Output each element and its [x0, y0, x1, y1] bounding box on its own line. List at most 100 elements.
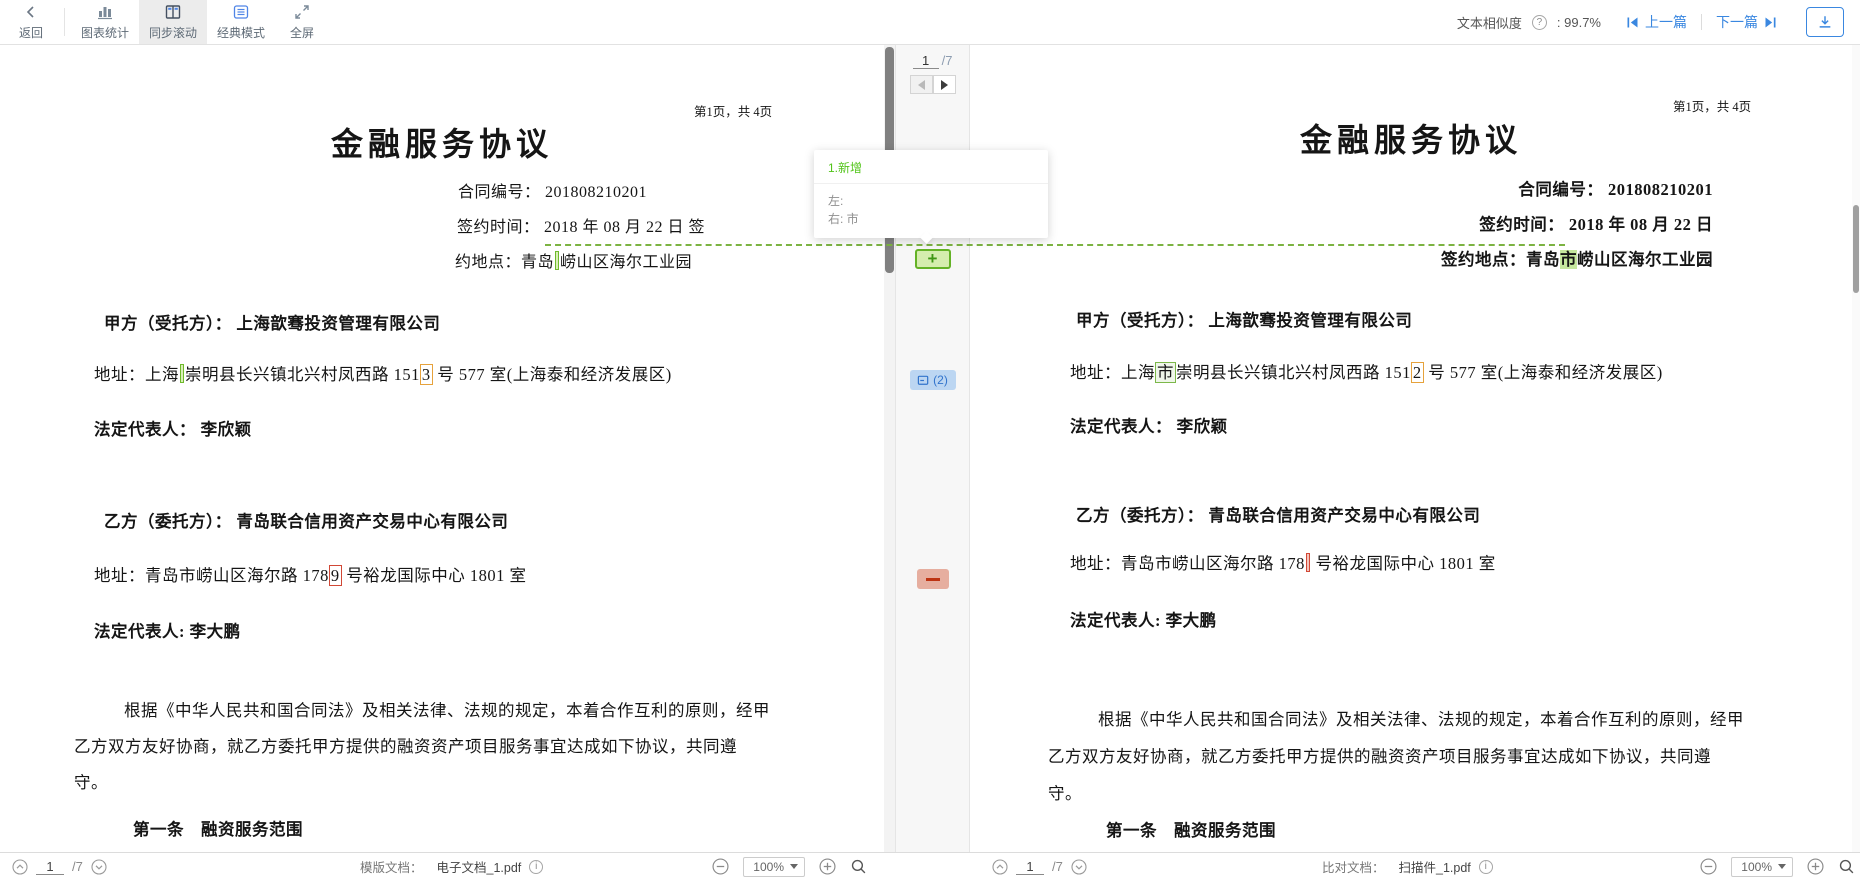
- right-zoom-select[interactable]: 100%: [1731, 857, 1793, 877]
- help-icon[interactable]: ?: [1532, 15, 1547, 30]
- fullscreen-icon: [293, 3, 311, 21]
- addr-a-mid: 崇明县长兴镇北兴村凤西路 151: [1176, 363, 1411, 382]
- info-icon[interactable]: i: [1479, 860, 1493, 874]
- left-pager: 1 /7: [12, 853, 107, 880]
- zoom-out-icon[interactable]: [1700, 858, 1717, 875]
- compared-doc-label: 比对文档：: [1322, 857, 1385, 876]
- classic-mode-button[interactable]: 经典模式: [207, 0, 275, 44]
- caret-down-icon: [790, 864, 798, 869]
- sign-time-line: 签约时间： 2018 年 08 月 22 日: [1479, 211, 1713, 235]
- scrollbar-thumb[interactable]: [1853, 205, 1859, 293]
- info-icon[interactable]: i: [529, 860, 543, 874]
- next-doc-button[interactable]: 下一篇: [1716, 12, 1778, 32]
- para-line: 乙方双方友好协商，就乙方委托甲方提供的融资资产项目服务事宜达成如下协议，共同遵: [74, 729, 770, 765]
- minus-icon: [926, 578, 940, 581]
- similarity-value: : 99.7%: [1557, 15, 1601, 30]
- compared-doc-info: 比对文档： 扫描件_1.pdf i: [1322, 853, 1493, 880]
- party-b-line: 乙方（委托方）： 青岛联合信用资产交易中心有限公司: [1076, 502, 1480, 526]
- addr-a-pre: 地址：上海: [1070, 363, 1155, 382]
- contract-no-line: 合同编号： 201808210201: [1518, 176, 1713, 200]
- zoom-in-icon[interactable]: [1807, 858, 1824, 875]
- page-down-icon[interactable]: [1071, 859, 1087, 875]
- changed-digit-highlight: 3: [420, 364, 433, 385]
- magnifier-icon[interactable]: [850, 858, 867, 875]
- sign-time-line: 签约时间： 2018 年 08 月 22 日 签: [457, 213, 705, 237]
- right-pager: 1 /7: [992, 853, 1087, 880]
- zoom-in-icon[interactable]: [819, 858, 836, 875]
- toolbar-divider: [64, 8, 65, 36]
- window-scrollbar[interactable]: [1852, 45, 1860, 852]
- doc-title: 金融服务协议: [970, 115, 1852, 161]
- address-b-line: 地址：青岛市崂山区海尔路 1789 号裕龙国际中心 1801 室: [94, 562, 527, 586]
- legal-rep-a-line: 法定代表人： 李欣颖: [94, 416, 252, 440]
- sign-place-post: 崂山区海尔工业园: [1577, 250, 1713, 269]
- gutter-next-page-button[interactable]: [933, 75, 956, 94]
- sign-place-pre: 签约地点：青岛: [1441, 250, 1560, 269]
- toolbar-right: 文本相似度 ? : 99.7% 上一篇 下一篇: [1457, 0, 1860, 44]
- addr-a-mid: 崇明县长兴镇北兴村凤西路 151: [185, 365, 420, 384]
- fullscreen-label: 全屏: [290, 24, 314, 41]
- para-line: 守。: [1048, 775, 1744, 812]
- modify-icon: [917, 374, 930, 387]
- left-zoom-select[interactable]: 100%: [743, 857, 805, 877]
- magnifier-icon[interactable]: [1838, 858, 1855, 875]
- skip-previous-icon: [1625, 15, 1640, 30]
- delete-diff-marker[interactable]: [917, 569, 949, 589]
- sign-place-post: 崂山区海尔工业园: [560, 254, 692, 271]
- download-button[interactable]: [1806, 7, 1844, 37]
- fullscreen-button[interactable]: 全屏: [275, 0, 329, 44]
- next-doc-label: 下一篇: [1716, 12, 1758, 32]
- legal-rep-b-line: 法定代表人: 李大鹏: [1070, 607, 1217, 631]
- legal-rep-a-line: 法定代表人： 李欣颖: [1070, 413, 1228, 437]
- preamble-paragraph: 根据《中华人民共和国合同法》及相关法律、法规的规定，本着合作互利的原则，经甲 乙…: [74, 693, 770, 801]
- section-heading: 第一条 融资服务范围: [133, 816, 303, 840]
- zoom-value: 100%: [753, 860, 784, 874]
- page-down-icon[interactable]: [91, 859, 107, 875]
- skip-next-icon: [1763, 15, 1778, 30]
- address-a-line: 地址：上海市崇明县长兴镇北兴村凤西路 1512 号 577 室(上海泰和经济发展…: [1070, 359, 1663, 383]
- gutter-page-arrows: [910, 75, 956, 94]
- para-line: 根据《中华人民共和国合同法》及相关法律、法规的规定，本着合作互利的原则，经甲: [1048, 701, 1744, 738]
- chart-stats-button[interactable]: 图表统计: [71, 0, 139, 44]
- gutter-page-total: /7: [942, 53, 953, 68]
- template-doc-label: 模版文档：: [360, 857, 423, 876]
- right-page-input[interactable]: 1: [1016, 859, 1044, 875]
- page-up-icon[interactable]: [992, 859, 1008, 875]
- addr-a-pre: 地址：上海: [94, 365, 179, 384]
- insertion-marker: [180, 364, 184, 383]
- section-heading: 第一条 融资服务范围: [1106, 817, 1276, 841]
- diff-left-value: 左:: [828, 192, 1034, 210]
- page-up-icon[interactable]: [12, 859, 28, 875]
- gutter-page-indicator: 1/7: [896, 53, 969, 69]
- gutter-prev-page-button[interactable]: [910, 75, 933, 94]
- list-icon: [231, 3, 251, 21]
- classic-mode-label: 经典模式: [217, 24, 265, 41]
- template-doc-info: 模版文档： 电子文档_1.pdf i: [360, 853, 543, 880]
- compared-doc-page: 第1页，共 4页 金融服务协议 合同编号： 201808210201 签约时间：…: [970, 45, 1852, 852]
- zoom-out-icon[interactable]: [712, 858, 729, 875]
- sync-scroll-button[interactable]: 同步滚动: [139, 0, 207, 44]
- sign-place-pre: 约地点：青岛: [455, 254, 554, 271]
- party-a-line: 甲方（受托方）： 上海歆骞投资管理有限公司: [1076, 307, 1412, 331]
- changed-digit-highlight: 2: [1411, 362, 1424, 383]
- back-button[interactable]: 返回: [4, 0, 58, 44]
- chart-stats-label: 图表统计: [81, 24, 129, 41]
- prev-doc-button[interactable]: 上一篇: [1625, 12, 1687, 32]
- addr-b-pre: 地址：青岛市崂山区海尔路 178: [1070, 554, 1305, 573]
- diff-right-value: 右: 市: [828, 210, 1034, 228]
- address-b-line: 地址：青岛市崂山区海尔路 178 号裕龙国际中心 1801 室: [1070, 550, 1496, 574]
- sync-scroll-icon: [163, 3, 183, 21]
- footer: 1 /7 模版文档： 电子文档_1.pdf i 100% 1: [0, 852, 1860, 880]
- addr-a-post: 号 577 室(上海泰和经济发展区): [1424, 363, 1663, 382]
- right-page-total: /7: [1052, 859, 1063, 874]
- download-icon: [1817, 14, 1833, 30]
- compared-doc-name: 扫描件_1.pdf: [1399, 857, 1471, 876]
- modify-diff-marker[interactable]: (2): [910, 370, 956, 390]
- party-a-line: 甲方（受托方）： 上海歆骞投资管理有限公司: [104, 310, 440, 334]
- diff-connector-line: [545, 244, 1565, 246]
- bar-chart-icon: [95, 3, 115, 21]
- left-page-input[interactable]: 1: [36, 859, 64, 875]
- gutter-page-current[interactable]: 1: [913, 53, 939, 69]
- insert-diff-marker[interactable]: +: [915, 249, 951, 269]
- page-header: 第1页，共 4页: [1673, 96, 1751, 115]
